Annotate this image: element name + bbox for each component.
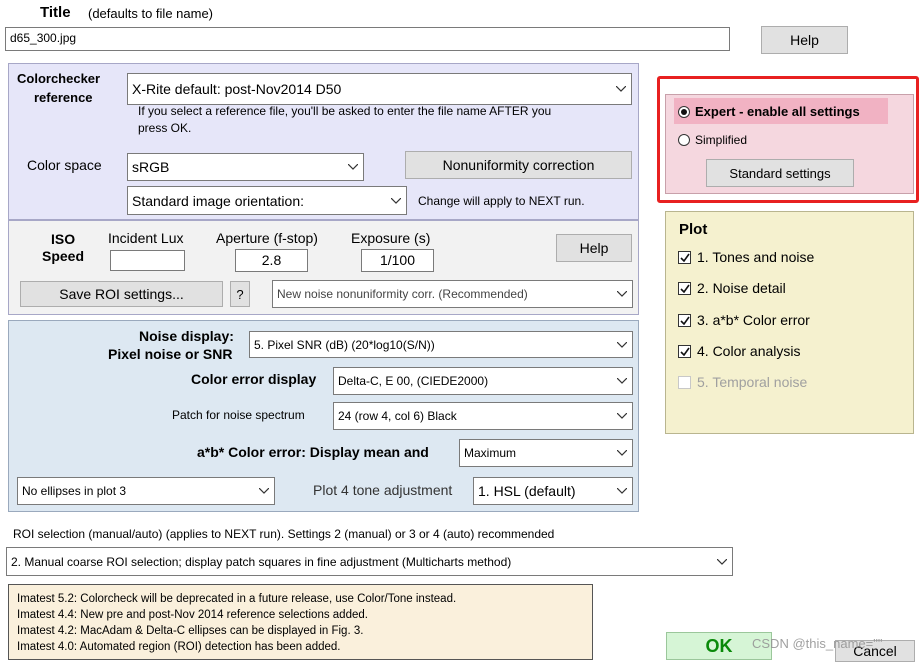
reference-dropdown[interactable]: X-Rite default: post-Nov2014 D50 [127, 73, 632, 105]
roi-label: ROI selection (manual/auto) (applies to … [13, 527, 555, 541]
chevron-down-icon [611, 368, 632, 394]
color-space-label: Color space [27, 157, 102, 173]
orientation-value: Standard image orientation: [132, 192, 304, 209]
release-note: Imatest 4.2: MacAdam & Delta-C ellipses … [17, 625, 364, 637]
noise-correction-value: New noise nonuniformity corr. (Recommend… [277, 287, 528, 301]
reference-label-line2: reference [34, 90, 93, 105]
plot4-label: Plot 4 tone adjustment [313, 482, 453, 498]
reference-note-line1: If you select a reference file, you'll b… [138, 104, 552, 118]
plot-tones-noise-checkbox[interactable]: 1. Tones and noise [678, 249, 814, 265]
radio-unselected-icon [678, 134, 690, 146]
plot-noise-detail-checkbox[interactable]: 2. Noise detail [678, 280, 786, 296]
plot-item-label: 5. Temporal noise [697, 374, 808, 390]
checkbox-checked-icon [678, 250, 691, 264]
chevron-down-icon [611, 403, 632, 429]
title-help-button[interactable]: Help [761, 26, 848, 54]
checkbox-checked-icon [678, 313, 691, 327]
question-button[interactable]: ? [230, 281, 250, 307]
reference-value: X-Rite default: post-Nov2014 D50 [132, 81, 342, 97]
chevron-down-icon [611, 440, 632, 466]
title-label: Title [40, 4, 71, 21]
release-note: Imatest 4.0: Automated region (ROI) dete… [17, 641, 341, 653]
patch-value: 24 (row 4, col 6) Black [338, 409, 457, 423]
reference-label-line1: Colorchecker [17, 71, 101, 86]
noise-display-value: 5. Pixel SNR (dB) (20*log10(S/N)) [254, 337, 435, 352]
plot-temporal-noise-checkbox[interactable]: 5. Temporal noise [678, 374, 807, 390]
plot-heading: Plot [679, 221, 708, 238]
release-notes-list: Imatest 5.2: Colorcheck will be deprecat… [17, 591, 456, 655]
chevron-down-icon [611, 478, 632, 504]
exposure-help-button[interactable]: Help [556, 234, 632, 262]
color-space-dropdown[interactable]: sRGB [127, 153, 364, 181]
plot-item-label: 1. Tones and noise [697, 249, 815, 265]
standard-settings-button[interactable]: Standard settings [706, 159, 854, 187]
watermark: CSDN @this_name="" [752, 636, 883, 651]
incident-lux-label: Incident Lux [108, 230, 184, 246]
roi-value: 2. Manual coarse ROI selection; display … [11, 554, 512, 569]
simplified-label: Simplified [695, 133, 748, 147]
chevron-down-icon [611, 281, 632, 307]
chevron-down-icon [610, 74, 631, 104]
noise-display-label-line1: Noise display: [139, 328, 234, 344]
checkbox-checked-icon [678, 344, 691, 358]
aperture-label: Aperture (f-stop) [216, 230, 318, 246]
chevron-down-icon [253, 478, 274, 504]
color-error-value: Delta-C, E 00, (CIEDE2000) [338, 374, 489, 388]
noise-display-dropdown[interactable]: 5. Pixel SNR (dB) (20*log10(S/N)) [249, 331, 633, 358]
ab-error-value: Maximum [464, 446, 517, 460]
checkbox-checked-icon [678, 281, 691, 295]
save-roi-settings-button[interactable]: Save ROI settings... [20, 281, 223, 307]
ellipses-dropdown[interactable]: No ellipses in plot 3 [17, 477, 275, 505]
color-error-dropdown[interactable]: Delta-C, E 00, (CIEDE2000) [333, 367, 633, 395]
plot-item-label: 2. Noise detail [697, 280, 786, 296]
iso-label-line1: ISO [51, 231, 76, 247]
plot4-dropdown[interactable]: 1. HSL (default) [473, 477, 633, 505]
plot-item-label: 3. a*b* Color error [697, 312, 810, 328]
release-note: Imatest 5.2: Colorcheck will be deprecat… [17, 593, 457, 605]
chevron-down-icon [342, 154, 363, 180]
iso-label-line2: Speed [42, 248, 85, 264]
expert-radio[interactable]: Expert - enable all settings [678, 104, 860, 119]
chevron-down-icon [385, 187, 406, 214]
ellipses-value: No ellipses in plot 3 [22, 484, 127, 498]
nonuniformity-correction-button[interactable]: Nonuniformity correction [405, 151, 632, 179]
chevron-down-icon [611, 332, 632, 357]
radio-selected-icon [678, 105, 690, 118]
aperture-input[interactable]: 2.8 [235, 249, 308, 272]
release-note: Imatest 4.4: New pre and post-Nov 2014 r… [17, 609, 368, 621]
orientation-note: Change will apply to NEXT run. [418, 194, 585, 208]
patch-label: Patch for noise spectrum [172, 408, 305, 422]
color-space-value: sRGB [132, 159, 170, 175]
ab-error-dropdown[interactable]: Maximum [459, 439, 633, 467]
ab-error-label: a*b* Color error: Display mean and [197, 444, 429, 460]
title-input[interactable]: d65_300.jpg [5, 27, 730, 51]
patch-dropdown[interactable]: 24 (row 4, col 6) Black [333, 402, 633, 430]
noise-display-label-line2: Pixel noise or SNR [108, 346, 233, 362]
title-hint: (defaults to file name) [88, 6, 214, 21]
release-notes-box: Imatest 5.2: Colorcheck will be deprecat… [8, 584, 593, 660]
plot-color-error-checkbox[interactable]: 3. a*b* Color error [678, 312, 810, 328]
simplified-radio[interactable]: Simplified [678, 133, 747, 147]
expert-label: Expert - enable all settings [695, 104, 860, 119]
noise-correction-dropdown[interactable]: New noise nonuniformity corr. (Recommend… [272, 280, 633, 308]
color-error-label: Color error display [191, 371, 317, 387]
plot4-value: 1. HSL (default) [478, 483, 576, 499]
reference-note-line2: press OK. [138, 121, 192, 135]
plot-item-label: 4. Color analysis [697, 343, 801, 359]
plot-color-analysis-checkbox[interactable]: 4. Color analysis [678, 343, 801, 359]
roi-dropdown[interactable]: 2. Manual coarse ROI selection; display … [6, 547, 733, 576]
exposure-input[interactable]: 1/100 [361, 249, 434, 272]
orientation-dropdown[interactable]: Standard image orientation: [127, 186, 407, 215]
checkbox-disabled-icon [678, 375, 691, 389]
exposure-label: Exposure (s) [351, 230, 431, 246]
incident-lux-input[interactable] [110, 250, 185, 271]
chevron-down-icon [711, 548, 732, 575]
